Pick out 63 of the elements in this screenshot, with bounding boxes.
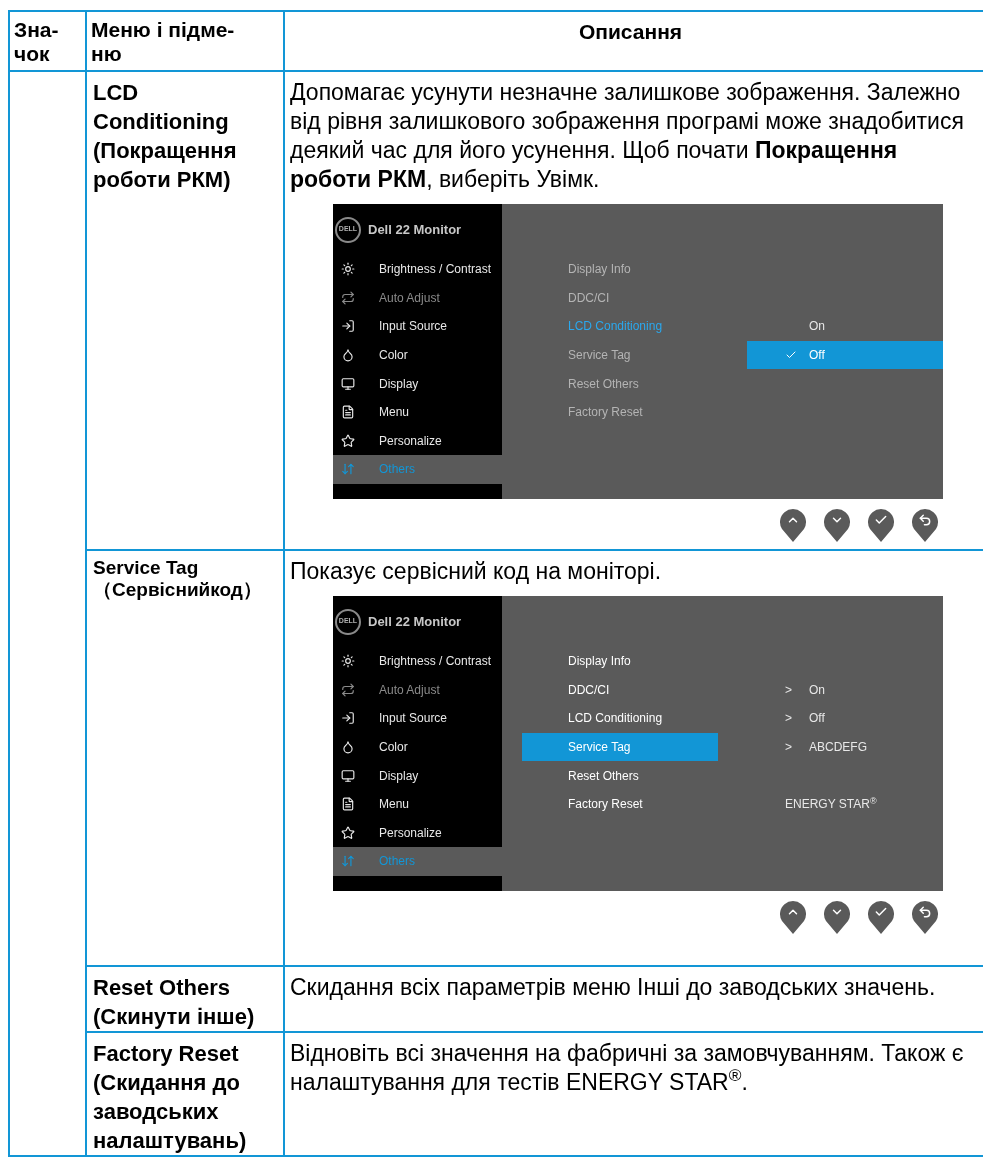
osd-menu-item[interactable]: Display bbox=[333, 761, 502, 790]
ok-button[interactable] bbox=[867, 899, 895, 935]
column-header: Описання bbox=[284, 11, 983, 71]
brightness-icon bbox=[341, 262, 355, 277]
osd-title: Dell 22 Monitor bbox=[368, 220, 462, 239]
osd-submenu-item[interactable]: Display Info bbox=[522, 647, 718, 676]
back-button[interactable] bbox=[911, 507, 939, 543]
document-icon bbox=[341, 405, 355, 420]
osd-submenu-item[interactable]: DDC/CI bbox=[522, 675, 718, 705]
droplet-icon bbox=[341, 348, 355, 363]
down-button[interactable] bbox=[823, 899, 851, 935]
description: Скидання всіх параметрів меню Інші до заводських значень. bbox=[290, 973, 937, 1002]
osd-value[interactable]: > On bbox=[747, 675, 943, 705]
back-button[interactable] bbox=[911, 899, 939, 935]
osd-value[interactable]: > ABCDEFG bbox=[747, 732, 943, 762]
osd-menu-item[interactable]: Input Source bbox=[333, 312, 502, 341]
brightness-icon bbox=[341, 654, 355, 669]
osd-menu-item[interactable]: Brightness / Contrast bbox=[333, 647, 502, 676]
check-icon bbox=[874, 513, 888, 527]
osd-menu-item[interactable]: Brightness / Contrast bbox=[333, 255, 502, 284]
menu-name: LCD Conditioning (Покращення роботи РКМ) bbox=[86, 71, 284, 550]
arrows-icon bbox=[341, 290, 355, 305]
osd-menu-item[interactable]: Color bbox=[333, 340, 502, 370]
osd-value[interactable]: > Off bbox=[747, 704, 943, 733]
up-button[interactable] bbox=[779, 507, 807, 543]
menu-name: Service Tag （Сервіснийкод） bbox=[86, 550, 284, 966]
menu-name: Factory Reset (Скидання до заводських налаштувань) bbox=[86, 1032, 284, 1156]
check-icon bbox=[874, 905, 888, 919]
column-header: Меню і підме- ню bbox=[86, 11, 284, 71]
arrows-box-icon bbox=[341, 462, 355, 477]
return-arrow-icon bbox=[918, 905, 932, 919]
ok-button[interactable] bbox=[867, 507, 895, 543]
osd-submenu-item[interactable]: LCD Conditioning bbox=[522, 704, 718, 733]
description: Допомагає усунути незначне залишкове зображення. Залежно від рівня залишкового зображення програмі може знадобитися деякий час для його усунення. Щоб почати Покращення роботи РКМ, виберіть Увімк. bbox=[290, 78, 965, 194]
up-button[interactable] bbox=[779, 899, 807, 935]
input-icon bbox=[341, 711, 355, 726]
input-icon bbox=[341, 319, 355, 334]
arrows-icon bbox=[341, 682, 355, 697]
monitor-icon bbox=[341, 768, 355, 783]
osd-menu-item[interactable]: Color bbox=[333, 732, 502, 762]
description: Відновіть всі значення на фабричні за замовчуванням. Також є налаштування для тестів ENERGY STAR$^{®}$. bbox=[290, 1039, 965, 1097]
osd-submenu-item[interactable]: Factory Reset bbox=[522, 789, 718, 819]
osd-menu-item[interactable]: Personalize bbox=[333, 818, 502, 848]
osd-menu-item[interactable]: Menu bbox=[333, 397, 502, 427]
droplet-icon bbox=[341, 740, 355, 755]
osd-title: Dell 22 Monitor bbox=[368, 612, 462, 631]
osd-menu-item[interactable]: Input Source bbox=[333, 704, 502, 733]
monitor-icon bbox=[341, 376, 355, 391]
osd-menu-item[interactable]: Display bbox=[333, 369, 502, 398]
down-button[interactable] bbox=[823, 507, 851, 543]
osd-value[interactable]: On bbox=[747, 312, 943, 341]
arrows-box-icon bbox=[341, 854, 355, 869]
column-header: Зна- чок bbox=[9, 11, 86, 71]
star-icon bbox=[341, 825, 355, 840]
return-arrow-icon bbox=[918, 513, 932, 527]
star-icon bbox=[341, 433, 355, 448]
menu-name: Reset Others (Скинути інше) bbox=[86, 966, 284, 1032]
osd-menu-item[interactable]: Menu bbox=[333, 789, 502, 819]
osd-menu-item[interactable]: Personalize bbox=[333, 426, 502, 456]
description: Показує сервісний код на моніторі. bbox=[290, 557, 663, 586]
osd-value[interactable]: ENERGY STAR$^{®}$ bbox=[747, 789, 943, 819]
document-icon bbox=[341, 797, 355, 812]
osd-submenu-item[interactable]: Reset Others bbox=[522, 761, 718, 790]
